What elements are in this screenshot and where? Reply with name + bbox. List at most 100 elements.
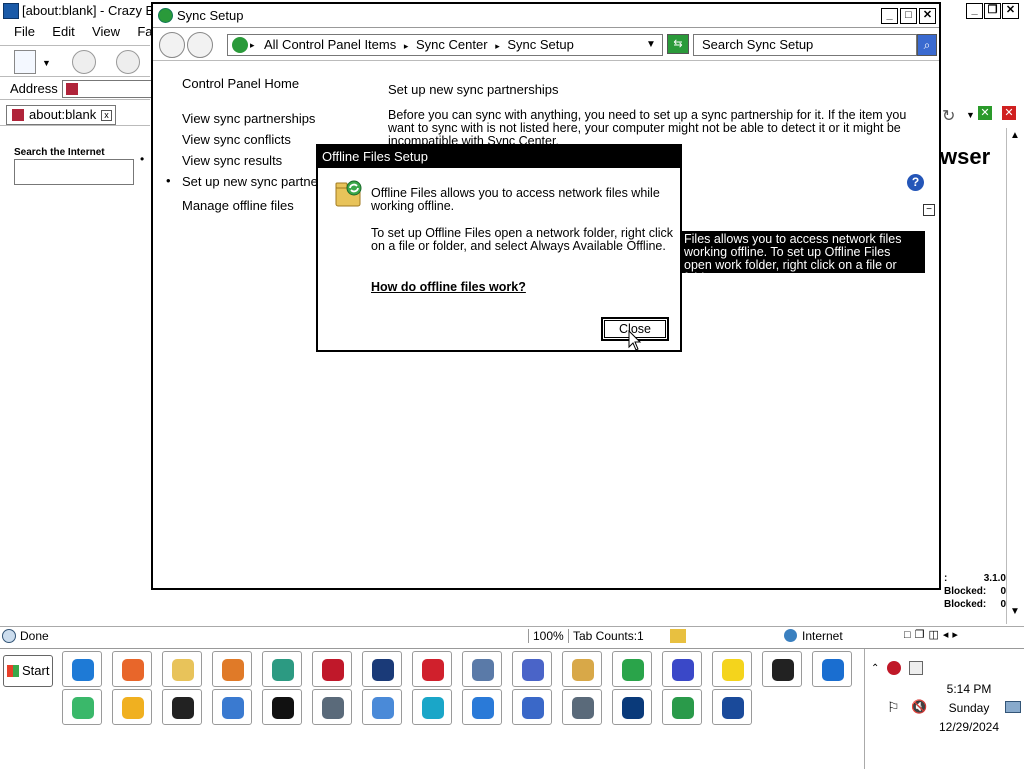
paper-plane-icon[interactable] [362, 689, 402, 725]
address-label: Address [10, 81, 58, 96]
status-zoom[interactable]: 100% [528, 629, 564, 643]
security-shield-icon[interactable] [362, 651, 402, 687]
ad-blocker-icon[interactable] [512, 689, 552, 725]
best-buy-icon[interactable] [712, 651, 752, 687]
sync-nav-bar: ▸ All Control Panel Items ▸ Sync Center … [153, 29, 939, 61]
edge-legacy-icon[interactable] [812, 651, 852, 687]
video-camera-icon-glyph [422, 659, 444, 681]
red-gear-icon[interactable] [312, 651, 352, 687]
firefox-icon[interactable] [112, 651, 152, 687]
menu-edit[interactable]: Edit [52, 24, 74, 39]
tray-red-app-icon[interactable] [887, 661, 901, 675]
sidebar-item-view-partnerships[interactable]: View sync partnerships [182, 111, 315, 126]
terminal-icon[interactable] [262, 689, 302, 725]
chrome-icon-glyph [622, 659, 644, 681]
breadcrumb-item-control-panel[interactable]: All Control Panel Items [264, 37, 396, 52]
refresh-icon[interactable]: ↻ [942, 106, 955, 126]
browser-close-button[interactable]: ✕ [1002, 3, 1019, 19]
green-orb-icon[interactable] [262, 651, 302, 687]
recycle-bin-icon[interactable] [412, 689, 452, 725]
breadcrumb-item-sync-setup[interactable]: Sync Setup [507, 37, 574, 52]
forward-button[interactable] [116, 50, 140, 74]
status-zone: Internet [784, 629, 843, 643]
internet-explorer-icon[interactable] [62, 651, 102, 687]
control-panel-icon-glyph [472, 659, 494, 681]
terminal-icon-glyph [272, 697, 294, 719]
page-scrollbar[interactable]: ▲ ▼ [1006, 128, 1024, 624]
breadcrumb-item-sync-center[interactable]: Sync Center [416, 37, 488, 52]
back-button[interactable] [72, 50, 96, 74]
slides-icon[interactable] [112, 689, 152, 725]
ccleaner-icon[interactable] [612, 689, 652, 725]
reader2-icon[interactable] [562, 689, 602, 725]
offline-files-item-selected[interactable]: Files allows you to access network files… [680, 231, 925, 273]
tray-network-icon[interactable] [909, 661, 923, 675]
browser-circle-icon-glyph [472, 697, 494, 719]
sync-maximize-button[interactable]: □ [900, 8, 917, 24]
browser-minimize-button[interactable]: _ [966, 3, 983, 19]
start-button[interactable]: Start [3, 655, 53, 687]
help-icon[interactable]: ? [907, 174, 924, 191]
sync-center-icon [158, 8, 173, 23]
green-cube-icon[interactable] [62, 689, 102, 725]
media-player-icon[interactable] [212, 651, 252, 687]
tab-label: about:blank [29, 107, 97, 122]
sidebar-item-manage-offline-files[interactable]: Manage offline files [182, 198, 294, 213]
menu-view[interactable]: View [92, 24, 120, 39]
breadcrumb[interactable]: ▸ All Control Panel Items ▸ Sync Center … [227, 34, 663, 56]
scroll-up-icon[interactable]: ▲ [1010, 130, 1020, 141]
paint-palette-icon[interactable] [562, 651, 602, 687]
tray-expand-icon[interactable]: ⌃ [871, 663, 879, 674]
document-icon[interactable] [212, 689, 252, 725]
search-internet-input[interactable] [14, 159, 134, 185]
sidebar-item-view-conflicts[interactable]: View sync conflicts [182, 132, 291, 147]
status-popup-icon[interactable] [670, 629, 686, 643]
clock-time[interactable]: 5:14 PM [865, 682, 1024, 696]
sync-close-button[interactable]: ✕ [919, 8, 936, 24]
breadcrumb-separator-icon: ▸ [403, 41, 409, 51]
red-x-icon[interactable]: ✕ [1002, 106, 1016, 120]
offline-files-help-link[interactable]: How do offline files work? [371, 280, 526, 294]
sync-forward-button[interactable] [187, 32, 213, 58]
collapse-icon[interactable]: − [923, 204, 935, 216]
reader-icon[interactable] [312, 689, 352, 725]
chrome-icon[interactable] [612, 651, 652, 687]
tab-about-blank[interactable]: about:blank x [6, 105, 116, 125]
address-input[interactable] [62, 80, 152, 98]
blackberry-icon[interactable] [762, 651, 802, 687]
recycle-bin-icon-glyph [422, 697, 444, 719]
green-x-icon[interactable]: ✕ [978, 106, 992, 120]
sidebar-item-setup-partnership[interactable]: Set up new sync partne [182, 174, 318, 189]
browser-restore-button[interactable]: ❐ [984, 3, 1001, 19]
sidebar-home[interactable]: Control Panel Home [182, 76, 299, 91]
menu-file[interactable]: File [14, 24, 35, 39]
dropdown-arrow-icon[interactable]: ▼ [42, 58, 51, 68]
new-page-icon[interactable] [14, 50, 36, 74]
search-icon[interactable]: ⌕ [917, 34, 937, 56]
sidebar-item-view-results[interactable]: View sync results [182, 153, 282, 168]
breadcrumb-arrow-icon: ▸ [250, 40, 255, 50]
tiles-icon[interactable] [162, 689, 202, 725]
bird-icon[interactable] [512, 651, 552, 687]
scroll-down-icon[interactable]: ▼ [1010, 606, 1020, 617]
browser-status-bar: Done 100% Tab Counts:1 Internet □❐◫◂▸ [0, 626, 1024, 646]
tab-close-icon[interactable]: x [101, 110, 112, 121]
dialog-paragraph-1: Offline Files allows you to access netwo… [371, 186, 660, 213]
ccleaner-icon-glyph [622, 697, 644, 719]
status-layout-icons[interactable]: □❐◫◂▸ [904, 628, 962, 641]
sync-minimize-button[interactable]: _ [881, 8, 898, 24]
video-camera-icon[interactable] [412, 651, 452, 687]
refresh-dropdown-icon[interactable]: ▼ [966, 110, 975, 120]
green-g-icon[interactable] [662, 689, 702, 725]
red-gear-icon-glyph [322, 659, 344, 681]
browser-tab-strip: about:blank x [0, 102, 150, 126]
breadcrumb-dropdown-icon[interactable]: ▼ [646, 35, 656, 55]
refresh-icon[interactable]: ⇆ [667, 34, 689, 54]
browser-circle-icon[interactable] [462, 689, 502, 725]
infinity-icon[interactable] [662, 651, 702, 687]
star-icon[interactable] [712, 689, 752, 725]
control-panel-icon[interactable] [462, 651, 502, 687]
sync-search-input[interactable]: Search Sync Setup [693, 34, 917, 56]
sync-back-button[interactable] [159, 32, 185, 58]
file-explorer-icon[interactable] [162, 651, 202, 687]
